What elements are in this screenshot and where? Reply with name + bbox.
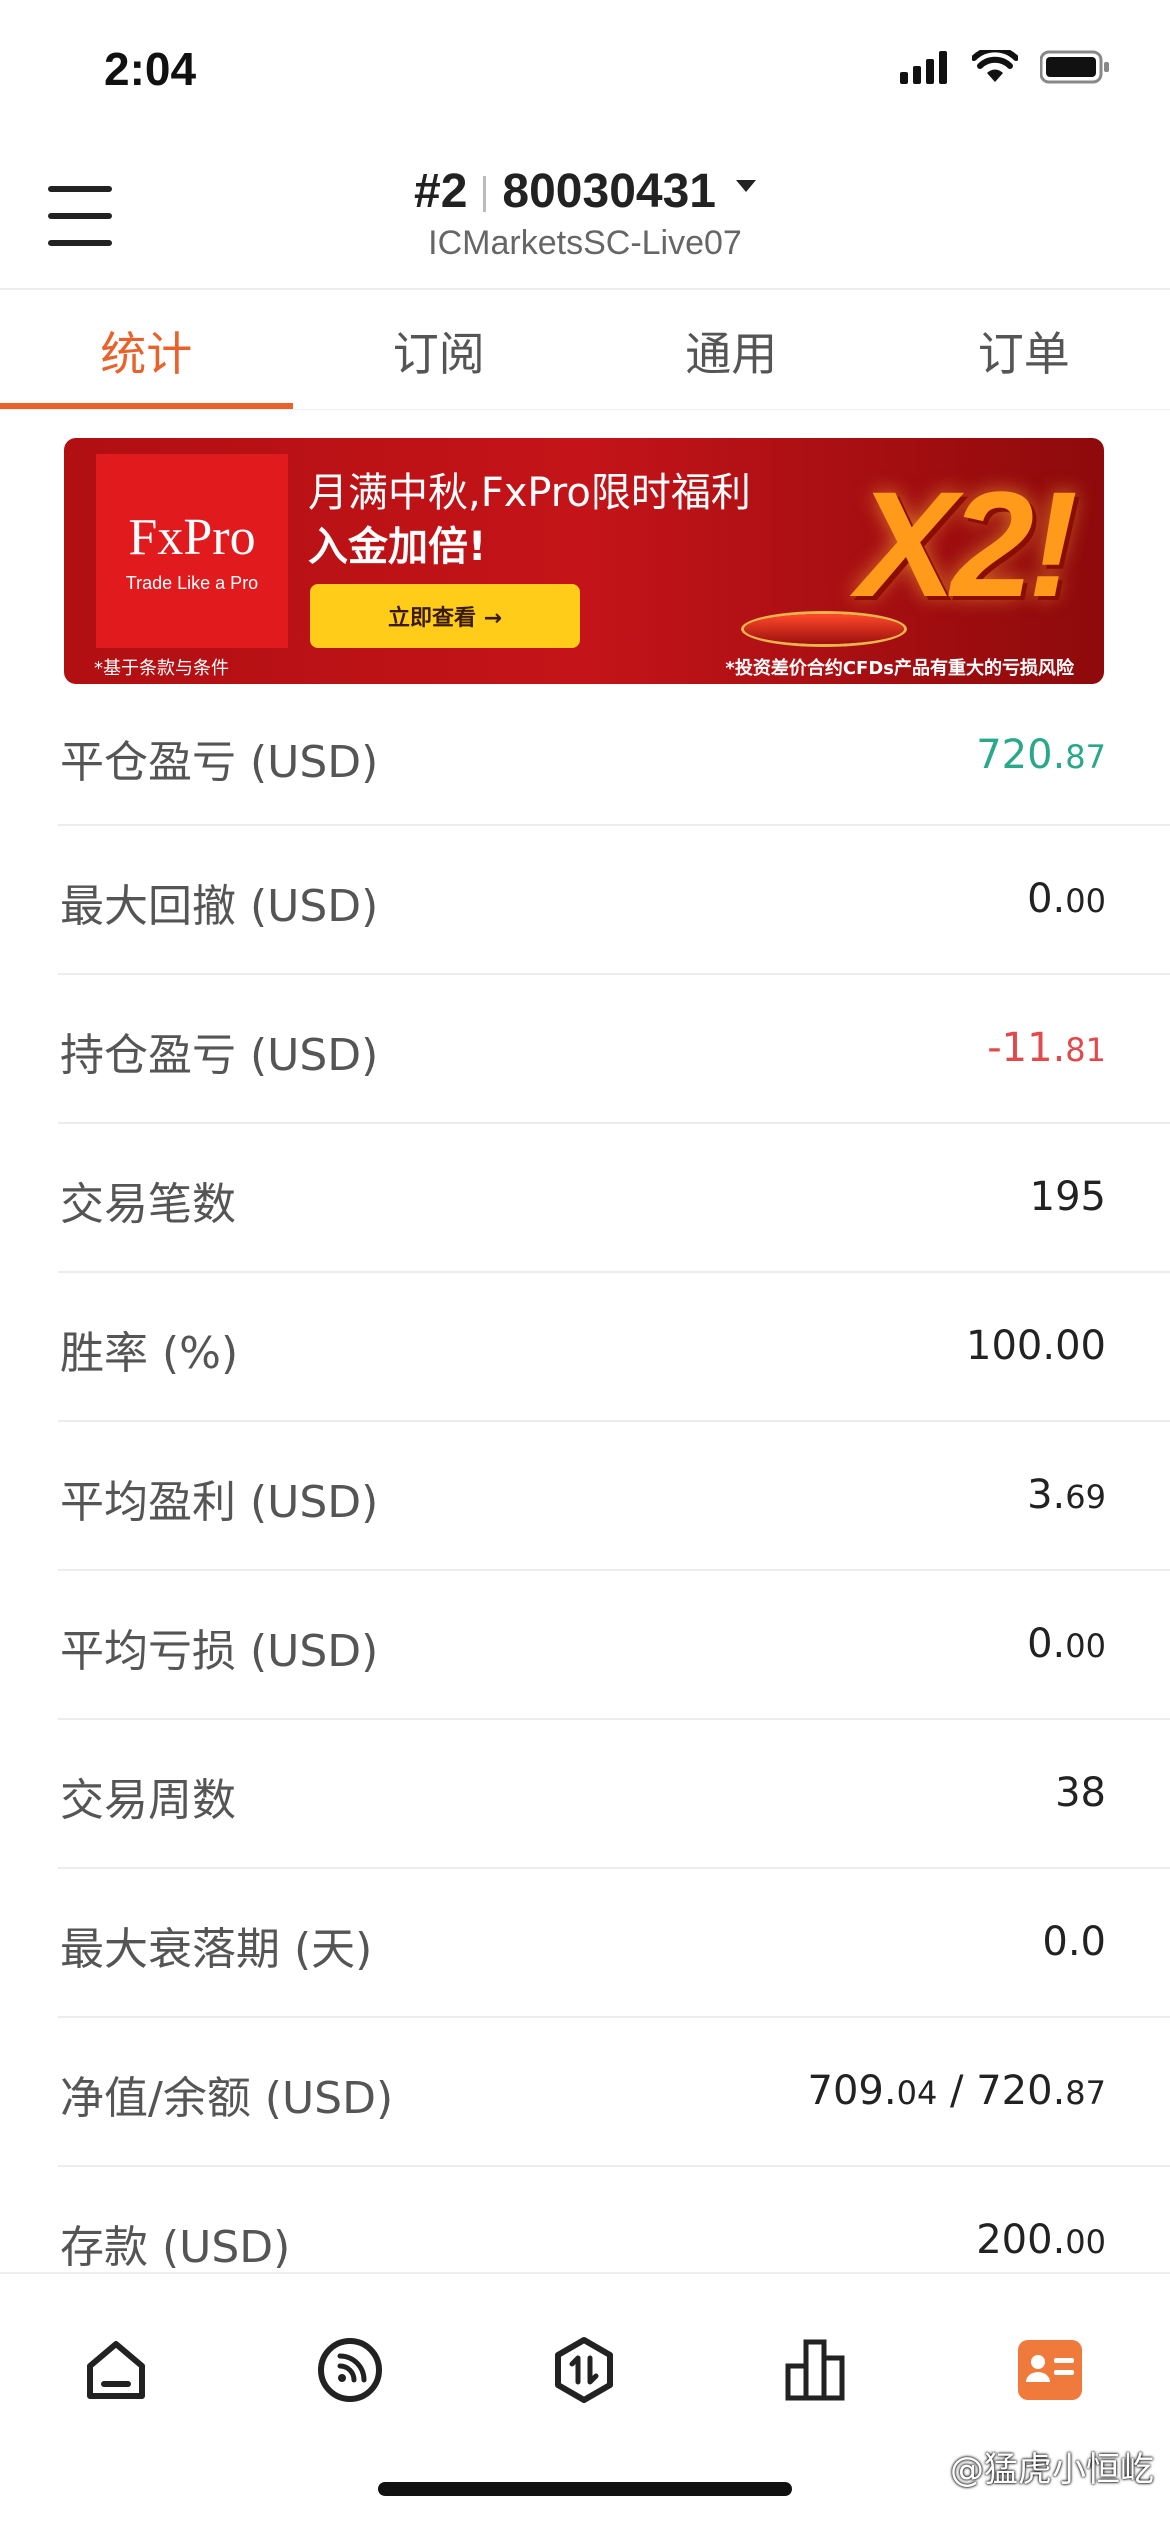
stat-value: -11.81 xyxy=(987,1025,1106,1071)
stat-label: 平均盈利 (USD) xyxy=(60,1477,379,1528)
logo-text: FxPro xyxy=(128,509,256,566)
stat-label: 最大回撤 (USD) xyxy=(60,881,379,932)
stat-row-floating-pnl: 持仓盈亏 (USD) -11.81 xyxy=(58,975,1170,1124)
cellular-signal-icon xyxy=(900,51,947,84)
fxpro-logo: FxPro Trade Like a Pro xyxy=(96,454,288,648)
chart-bars-icon xyxy=(785,2339,845,2401)
stat-label: 交易笔数 xyxy=(60,1179,236,1230)
stat-row-trade-count: 交易笔数 195 xyxy=(58,1124,1170,1273)
stat-value: 100.00 xyxy=(966,1323,1106,1369)
stat-label: 平仓盈亏 (USD) xyxy=(60,737,379,788)
home-indicator[interactable] xyxy=(378,2482,792,2496)
tab-statistics[interactable]: 统计 xyxy=(0,292,293,409)
tab-general[interactable]: 通用 xyxy=(585,292,878,409)
stat-label: 交易周数 xyxy=(60,1775,236,1826)
wifi-icon xyxy=(972,50,1018,82)
nav-account[interactable] xyxy=(1010,2330,1090,2410)
stat-value: 0.00 xyxy=(1027,876,1106,922)
account-number: 80030431 xyxy=(502,165,716,218)
account-card-icon xyxy=(1018,2340,1082,2400)
stat-row-equity-balance: 净值/余额 (USD) 709.04 / 720.87 xyxy=(58,2018,1170,2167)
nav-signals[interactable] xyxy=(310,2330,390,2410)
tab-bar: 统计 订阅 通用 订单 xyxy=(0,292,1170,410)
stat-label: 存款 (USD) xyxy=(60,2222,291,2273)
stat-value: 200.00 xyxy=(976,2217,1106,2263)
status-bar: 2:04 xyxy=(0,0,1170,150)
stat-value: 3.69 xyxy=(1027,1472,1106,1518)
stat-value: 709.04 / 720.87 xyxy=(807,2068,1106,2114)
stat-label: 净值/余额 (USD) xyxy=(60,2073,394,2124)
nav-trade[interactable] xyxy=(544,2330,624,2410)
home-icon xyxy=(87,2341,145,2399)
stat-row-max-decline-period: 最大衰落期 (天) 0.0 xyxy=(58,1869,1170,2018)
account-index: #2 xyxy=(414,165,468,218)
banner-cta-button[interactable]: 立即查看 → xyxy=(310,584,580,648)
promo-banner[interactable]: FxPro Trade Like a Pro 月满中秋,FxPro限时福利 入金… xyxy=(64,438,1104,684)
account-selector[interactable]: #2 80030431 xyxy=(0,164,1170,219)
status-icons xyxy=(900,50,1110,84)
stats-list: 平仓盈亏 (USD) 720.87 最大回撤 (USD) 0.00 持仓盈亏 (… xyxy=(0,700,1170,2316)
stat-value: 195 xyxy=(1029,1174,1106,1220)
signal-feed-icon xyxy=(318,2338,382,2402)
divider xyxy=(483,176,487,213)
server-name: ICMarketsSC-Live07 xyxy=(428,224,742,262)
tab-subscription[interactable]: 订阅 xyxy=(293,292,586,409)
stat-label: 平均亏损 (USD) xyxy=(60,1626,379,1677)
stat-row-trading-weeks: 交易周数 38 xyxy=(58,1720,1170,1869)
tab-orders[interactable]: 订单 xyxy=(878,292,1170,409)
stat-label: 最大衰落期 (天) xyxy=(60,1924,373,1975)
stat-row-win-rate: 胜率 (%) 100.00 xyxy=(58,1273,1170,1422)
stat-label: 持仓盈亏 (USD) xyxy=(60,1030,379,1081)
nav-home[interactable] xyxy=(76,2330,156,2410)
stat-row-avg-loss: 平均亏损 (USD) 0.00 xyxy=(58,1571,1170,1720)
stat-value: 38 xyxy=(1055,1770,1106,1816)
stat-row-max-drawdown: 最大回撤 (USD) 0.00 xyxy=(58,826,1170,975)
banner-terms: *基于条款与条件 xyxy=(94,658,229,679)
logo-tagline: Trade Like a Pro xyxy=(125,573,259,593)
stat-value: 0.00 xyxy=(1027,1621,1106,1667)
app-header: #2 80030431 ICMarketsSC-Live07 xyxy=(0,150,1170,290)
banner-big-text: X2! xyxy=(856,460,1078,628)
caret-down-icon xyxy=(735,180,756,193)
stat-row-closed-pnl: 平仓盈亏 (USD) 720.87 xyxy=(58,700,1170,826)
watermark: @猛虎小恒屹 xyxy=(950,2450,1154,2490)
stat-row-avg-profit: 平均盈利 (USD) 3.69 xyxy=(58,1422,1170,1571)
stat-value: 720.87 xyxy=(976,732,1106,778)
stat-value: 0.0 xyxy=(1042,1919,1106,1965)
banner-subheadline: 入金加倍! xyxy=(308,524,487,570)
banner-risk-warning: *投资差价合约CFDs产品有重大的亏损风险 xyxy=(725,658,1074,679)
nav-analytics[interactable] xyxy=(776,2330,856,2410)
status-time: 2:04 xyxy=(104,43,197,95)
stat-label: 胜率 (%) xyxy=(60,1328,239,1379)
trade-icon xyxy=(555,2337,613,2403)
battery-icon xyxy=(1040,50,1109,84)
banner-headline: 月满中秋,FxPro限时福利 xyxy=(308,470,751,516)
